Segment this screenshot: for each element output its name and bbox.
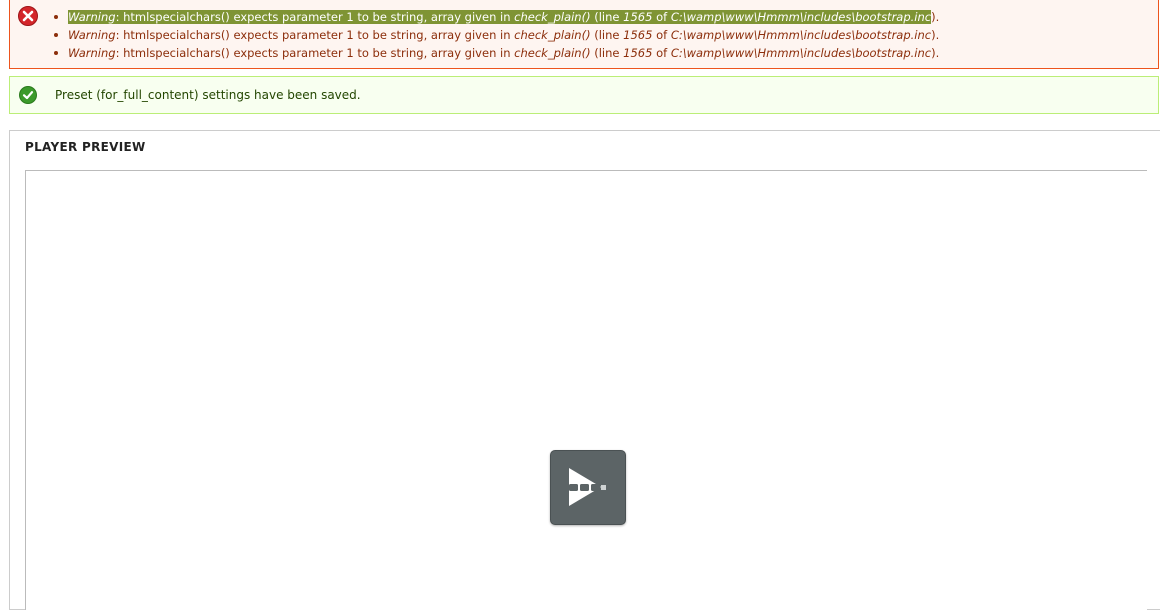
player-preview-fieldset: PLAYER PREVIEW	[9, 130, 1160, 610]
bullet	[54, 15, 58, 19]
error-text: : htmlspecialchars() expects parameter 1…	[115, 46, 515, 60]
error-line: 1565	[623, 28, 653, 42]
video-player[interactable]	[25, 170, 1147, 610]
error-text: ).	[931, 28, 940, 42]
error-text: of	[652, 10, 671, 24]
error-item: Warning: htmlspecialchars() expects para…	[51, 8, 939, 26]
error-item: Warning: htmlspecialchars() expects para…	[51, 26, 939, 44]
error-line: 1565	[623, 10, 653, 24]
error-text: (line	[590, 10, 624, 24]
error-text: of	[652, 28, 671, 42]
bullet	[54, 33, 58, 37]
fieldset-legend: PLAYER PREVIEW	[25, 140, 146, 154]
error-path: C:\wamp\www\Hmmm\includes\bootstrap.inc	[670, 10, 932, 24]
error-text: : htmlspecialchars() expects parameter 1…	[115, 28, 515, 42]
play-button[interactable]	[550, 450, 626, 525]
play-icon	[569, 468, 606, 506]
error-line: 1565	[623, 46, 653, 60]
error-function: check_plain()	[514, 28, 591, 42]
error-label: Warning	[68, 28, 116, 42]
error-text-selected[interactable]: Warning: htmlspecialchars() expects para…	[68, 10, 932, 24]
status-message: Preset (for_full_content) settings have …	[9, 76, 1159, 114]
error-function: check_plain()	[514, 10, 591, 24]
error-function: check_plain()	[514, 46, 591, 60]
error-text: of	[652, 46, 671, 60]
status-text: Preset (for_full_content) settings have …	[55, 88, 361, 102]
error-text: : htmlspecialchars() expects parameter 1…	[115, 10, 515, 24]
error-text: (line	[590, 28, 624, 42]
check-icon	[19, 86, 37, 104]
error-messages: Warning: htmlspecialchars() expects para…	[9, 0, 1159, 69]
bullet	[54, 51, 58, 55]
error-path: C:\wamp\www\Hmmm\includes\bootstrap.inc	[670, 28, 932, 42]
error-label: Warning	[68, 46, 116, 60]
error-text: ).	[931, 46, 940, 60]
error-item: Warning: htmlspecialchars() expects para…	[51, 44, 939, 62]
error-label: Warning	[68, 10, 116, 24]
error-path: C:\wamp\www\Hmmm\includes\bootstrap.inc	[670, 46, 932, 60]
error-text: (line	[590, 46, 624, 60]
error-text: ).	[931, 10, 940, 24]
error-x-icon	[18, 6, 38, 26]
error-list: Warning: htmlspecialchars() expects para…	[51, 8, 939, 62]
